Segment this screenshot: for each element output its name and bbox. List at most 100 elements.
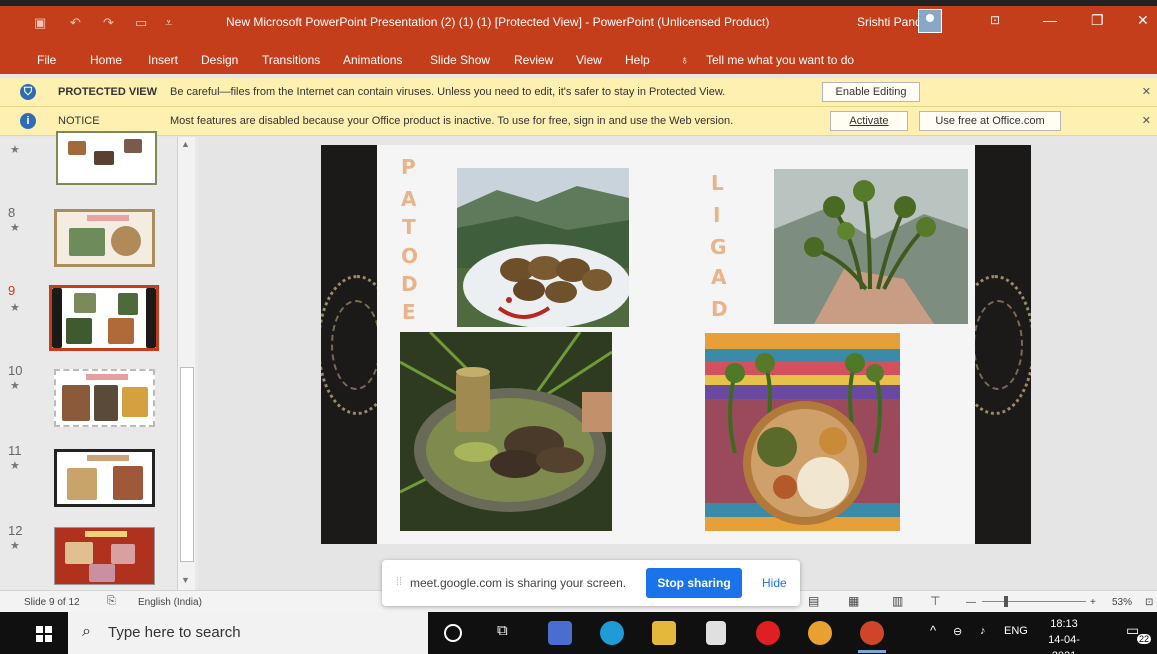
thumb-image: [118, 293, 138, 315]
thumbnail-scrollbar[interactable]: ▲ ▼: [177, 137, 195, 590]
task-view-icon[interactable]: ⧉: [497, 622, 508, 639]
tab-animations[interactable]: Animations: [343, 53, 402, 67]
close-protected-bar-icon[interactable]: ✕: [1142, 85, 1151, 98]
slide-thumbnail-10[interactable]: [54, 369, 155, 427]
store-icon[interactable]: [706, 621, 726, 645]
slide-thumbnail-12[interactable]: [54, 527, 155, 585]
notice-label: NOTICE: [58, 115, 100, 127]
zoom-slider-handle[interactable]: [1004, 596, 1008, 607]
normal-view-icon[interactable]: ▤: [808, 594, 819, 608]
volume-icon[interactable]: ♪: [980, 625, 986, 637]
tab-slide-show[interactable]: Slide Show: [430, 53, 490, 67]
document-title: New Microsoft PowerPoint Presentation (2…: [226, 15, 770, 29]
thumb-image: [94, 151, 114, 165]
restore-button[interactable]: ❐: [1091, 12, 1104, 29]
ligad-ferns-photo[interactable]: [774, 169, 968, 324]
close-notice-bar-icon[interactable]: ✕: [1142, 114, 1151, 127]
thumb-image: [108, 318, 134, 344]
slide-show-icon[interactable]: ⊤: [930, 594, 940, 608]
animation-star-icon: ★: [10, 302, 20, 314]
powerpoint-icon[interactable]: [860, 621, 884, 645]
slide-thumbnail-7[interactable]: [56, 131, 157, 185]
slide-thumbnail-8[interactable]: [54, 209, 155, 267]
lightbulb-icon: ♁: [680, 53, 689, 67]
close-button[interactable]: ✕: [1137, 12, 1149, 29]
fit-to-window-icon[interactable]: ⊡: [1145, 597, 1153, 608]
network-icon[interactable]: ⊖: [953, 625, 962, 638]
reading-view-icon[interactable]: ▥: [892, 594, 903, 608]
redo-icon[interactable]: ↷: [103, 15, 114, 31]
minimize-button[interactable]: —: [1043, 12, 1057, 28]
zoom-slider[interactable]: [982, 601, 1086, 602]
tab-transitions[interactable]: Transitions: [262, 53, 320, 67]
current-slide[interactable]: P A T O D E L I G A D: [321, 145, 1031, 544]
file-explorer-icon[interactable]: [652, 621, 676, 645]
user-avatar[interactable]: [918, 9, 942, 33]
stop-sharing-button[interactable]: Stop sharing: [646, 568, 742, 598]
enable-editing-button[interactable]: Enable Editing: [822, 82, 920, 102]
edge-icon[interactable]: [600, 621, 624, 645]
zoom-in-icon[interactable]: +: [1090, 597, 1096, 608]
animation-star-icon: ★: [10, 144, 20, 156]
use-web-version-button[interactable]: Use free at Office.com: [919, 111, 1061, 131]
slide-sorter-icon[interactable]: ▦: [848, 594, 859, 608]
mandala-pattern: [975, 300, 1023, 390]
title-letter: A: [711, 265, 727, 289]
drag-handle-icon[interactable]: ⁞⁞: [396, 576, 402, 588]
thumb-image: [122, 387, 148, 417]
tab-review[interactable]: Review: [514, 53, 553, 67]
ligad-dish-photo[interactable]: [705, 333, 900, 531]
scroll-up-icon[interactable]: ▲: [181, 139, 190, 149]
title-letter: D: [401, 272, 418, 296]
tab-insert[interactable]: Insert: [148, 53, 178, 67]
slide-thumbnail-11[interactable]: [54, 449, 155, 507]
tab-file[interactable]: File: [37, 53, 56, 67]
right-mandala-border: [975, 145, 1031, 544]
tell-me-search[interactable]: Tell me what you want to do: [706, 53, 854, 67]
spell-check-icon[interactable]: ⎘: [107, 595, 116, 608]
ribbon-display-options-icon[interactable]: ⊡: [990, 13, 1000, 27]
undo-icon[interactable]: ↶: [70, 15, 81, 31]
hide-button[interactable]: Hide: [762, 576, 787, 590]
title-bar: ▣ ↶ ↷ ▭ ⩡ New Microsoft PowerPoint Prese…: [0, 0, 1157, 46]
slide-thumbnail-9-selected[interactable]: [49, 285, 159, 351]
system-clock[interactable]: 18:13 14-04-2021: [1040, 616, 1088, 654]
opera-icon[interactable]: [756, 621, 780, 645]
tab-design[interactable]: Design: [201, 53, 238, 67]
input-language[interactable]: ENG: [1004, 625, 1028, 637]
animation-star-icon: ★: [10, 222, 20, 234]
patode-photo[interactable]: [457, 168, 629, 327]
thumb-image: [68, 141, 86, 155]
scrollbar-thumb[interactable]: [180, 367, 194, 562]
show-hidden-icons[interactable]: ^: [930, 623, 936, 638]
language-indicator[interactable]: English (India): [138, 597, 202, 608]
cortana-icon[interactable]: [444, 624, 462, 642]
thumb-image: [111, 544, 135, 564]
ribbon-tabs: File Home Insert Design Transitions Anim…: [0, 46, 1157, 74]
present-icon[interactable]: ▭: [135, 15, 147, 31]
thumb-image: [67, 468, 97, 500]
save-icon[interactable]: ▣: [34, 15, 46, 31]
customize-toolbar-icon[interactable]: ⩡: [165, 15, 172, 31]
tab-home[interactable]: Home: [90, 53, 122, 67]
windows-start-icon[interactable]: [36, 626, 52, 642]
animation-star-icon: ★: [10, 540, 20, 552]
activate-button[interactable]: Activate: [830, 111, 908, 131]
title-letter: O: [401, 244, 419, 268]
scroll-down-icon[interactable]: ▼: [181, 575, 190, 585]
taskbar-search-box[interactable]: ⌕ Type here to search: [68, 612, 428, 654]
zoom-app-icon[interactable]: [548, 621, 572, 645]
title-letter: G: [710, 235, 727, 259]
tab-help[interactable]: Help: [625, 53, 650, 67]
tab-view[interactable]: View: [576, 53, 602, 67]
zoom-level[interactable]: 53%: [1112, 597, 1132, 608]
patode-serving-photo[interactable]: [400, 332, 612, 531]
slide-number: 12: [8, 523, 23, 538]
chrome-icon[interactable]: [808, 621, 832, 645]
notice-bar: i NOTICE Most features are disabled beca…: [0, 107, 1157, 136]
thumb-image: [69, 228, 105, 256]
slide-thumbnail-pane: ★ 8 ★ 9 ★ 10 ★ 11 ★ 12 ★: [0, 131, 198, 593]
mandala-pattern: [331, 300, 377, 390]
thumb-image: [111, 226, 141, 256]
zoom-out-icon[interactable]: —: [966, 597, 976, 608]
